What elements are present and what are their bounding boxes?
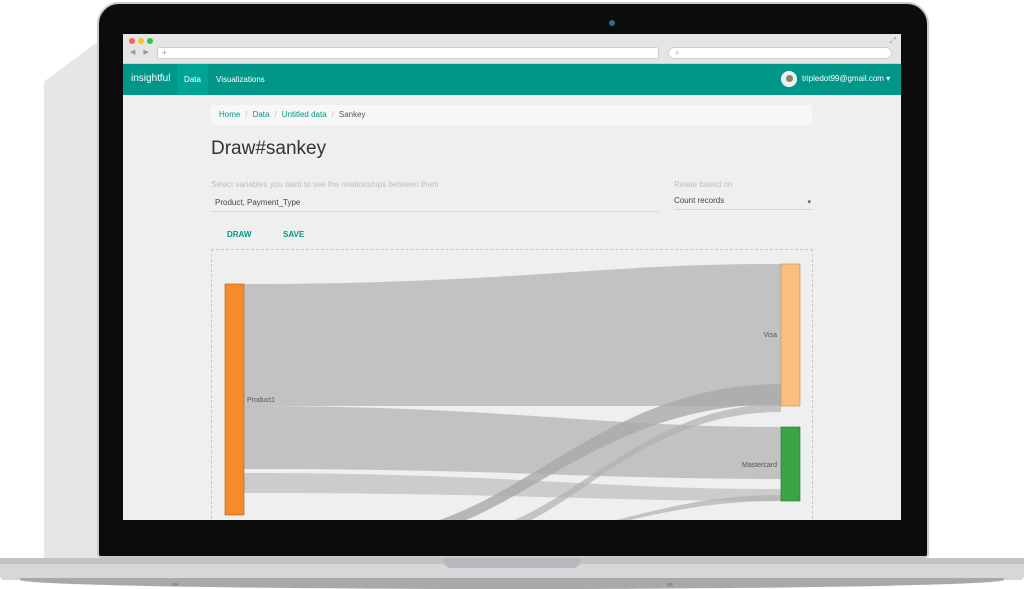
- user-menu[interactable]: tripledot99@gmail.com ▾: [802, 74, 890, 83]
- laptop-mockup: ◀ ▶ + ⌕ ⤢ insightful Data Visualizations…: [0, 0, 1024, 589]
- breadcrumb-current: Sankey: [338, 110, 366, 119]
- browser-toolbar: ◀ ▶ + ⌕ ⤢: [123, 34, 901, 64]
- save-button[interactable]: SAVE: [283, 230, 304, 239]
- page-title: Draw#sankey: [211, 138, 327, 159]
- sankey-node-visa[interactable]: [780, 263, 801, 407]
- nav-item-data[interactable]: Data: [177, 64, 208, 95]
- laptop-foot: [172, 583, 178, 586]
- variables-label: Select variables you want to see the rel…: [211, 180, 439, 189]
- relate-label: Relate based on: [674, 180, 733, 189]
- sankey-link-product1-mastercard: [244, 406, 781, 479]
- breadcrumb: Home / Data / Untitled data / Sankey: [211, 105, 812, 125]
- chevron-down-icon: ▾: [886, 74, 891, 83]
- breadcrumb-data[interactable]: Data: [253, 110, 270, 119]
- sankey-link-product1-visa: [244, 264, 781, 406]
- sankey-chart: Product1 Visa Mastercard: [224, 263, 801, 520]
- sankey-node-mastercard[interactable]: [780, 426, 801, 502]
- relate-select[interactable]: Count records ▾: [674, 196, 813, 210]
- avatar[interactable]: [781, 71, 797, 87]
- laptop-base-bottom: [20, 578, 1004, 589]
- nav-item-visualizations[interactable]: Visualizations: [216, 64, 265, 95]
- avatar-image: [786, 75, 793, 82]
- app-navbar: insightful Data Visualizations tripledot…: [123, 64, 901, 95]
- breadcrumb-home[interactable]: Home: [219, 110, 240, 119]
- brand-logo[interactable]: insightful: [131, 73, 170, 84]
- search-icon: ⌕: [675, 48, 680, 57]
- variables-field[interactable]: Product, Payment_Type: [211, 198, 658, 212]
- laptop-notch: [442, 558, 582, 568]
- fullscreen-icon[interactable]: ⤢: [890, 36, 896, 46]
- relate-value: Count records: [674, 196, 725, 205]
- sankey-label-visa: Visa: [764, 332, 778, 339]
- breadcrumb-separator: /: [274, 110, 277, 119]
- laptop-shadow: [44, 40, 100, 560]
- sankey-label-mastercard: Mastercard: [742, 462, 777, 469]
- breadcrumb-separator: /: [245, 110, 248, 119]
- close-window-dot[interactable]: [129, 38, 135, 44]
- minimize-window-dot[interactable]: [138, 38, 144, 44]
- screen: ◀ ▶ + ⌕ ⤢ insightful Data Visualizations…: [123, 34, 901, 520]
- back-forward-icon[interactable]: ◀ ▶: [130, 48, 152, 56]
- sankey-label-product1: Product1: [247, 397, 275, 404]
- laptop-foot: [667, 583, 673, 586]
- new-tab-icon[interactable]: +: [162, 48, 167, 57]
- chevron-down-icon: ▾: [807, 199, 811, 206]
- browser-search-field[interactable]: ⌕: [668, 47, 892, 59]
- sankey-node-product1[interactable]: [224, 283, 245, 516]
- user-email: tripledot99@gmail.com: [802, 74, 884, 83]
- maximize-window-dot[interactable]: [147, 38, 153, 44]
- variables-value: Product, Payment_Type: [215, 198, 301, 207]
- camera-icon: [609, 20, 615, 26]
- breadcrumb-separator: /: [331, 110, 334, 119]
- draw-button[interactable]: DRAW: [227, 230, 251, 239]
- address-bar[interactable]: +: [157, 47, 659, 59]
- sankey-links: [244, 264, 781, 520]
- breadcrumb-untitled-data[interactable]: Untitled data: [282, 110, 327, 119]
